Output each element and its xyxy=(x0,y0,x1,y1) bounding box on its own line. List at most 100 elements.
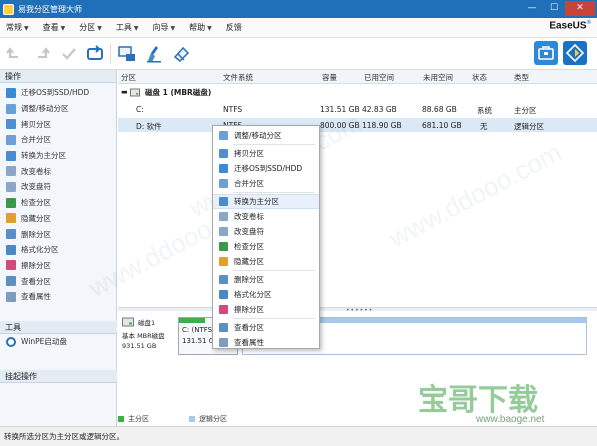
operation-label: 查看分区 xyxy=(21,276,51,286)
operation-item[interactable]: 检查分区 xyxy=(0,195,116,211)
migrate-os-toolbar-icon[interactable] xyxy=(118,45,136,63)
menu-partition[interactable]: 分区 ▼ xyxy=(79,22,102,33)
disk-label: 磁盘 1 (MBR磁盘) xyxy=(145,88,212,97)
disk-icon xyxy=(122,317,134,327)
apply-icon[interactable] xyxy=(60,45,78,63)
operation-item[interactable]: 调整/移动分区 xyxy=(0,101,116,117)
operation-item[interactable]: 转换为主分区 xyxy=(0,148,116,164)
context-menu-label: 检查分区 xyxy=(234,242,264,251)
context-menu-item[interactable]: 擦除分区 xyxy=(213,302,319,317)
change-label-icon xyxy=(219,212,228,221)
disk-row[interactable]: ▬ 磁盘 1 (MBR磁盘) xyxy=(118,86,597,99)
context-menu-item[interactable]: 改变卷标 xyxy=(213,209,319,224)
view-partition-icon xyxy=(219,323,228,332)
minimize-button[interactable]: — xyxy=(521,1,543,16)
context-menu-item[interactable]: 查看分区 xyxy=(213,320,319,335)
maximize-button[interactable]: ☐ xyxy=(543,1,565,16)
context-menu-item[interactable]: 转换为主分区 xyxy=(213,194,319,209)
operation-label: 拷贝分区 xyxy=(21,119,51,129)
context-menu-item[interactable]: 删除分区 xyxy=(213,272,319,287)
window-title: 易我分区管理大师 xyxy=(18,4,82,14)
left-panel: 操作 迁移OS到SSD/HDD 调整/移动分区拷贝分区合并分区 转换为主分区 改变卷标… xyxy=(0,70,117,426)
operation-item[interactable]: 格式化分区 xyxy=(0,242,116,258)
col-free[interactable]: 未用空间 xyxy=(423,72,453,83)
refresh-icon[interactable] xyxy=(86,45,104,63)
context-menu-item[interactable]: 拷贝分区 xyxy=(213,146,319,161)
menu-feedback[interactable]: 反馈 xyxy=(226,22,242,33)
tools-section: 工具 WinPE启动盘 xyxy=(0,321,117,350)
undo-icon[interactable] xyxy=(6,45,24,63)
cleanup-icon[interactable] xyxy=(146,45,164,63)
menu-separator xyxy=(233,270,315,271)
legend-logical-swatch xyxy=(189,415,195,422)
col-partition[interactable]: 分区 xyxy=(121,72,136,83)
format-partition-icon xyxy=(6,244,16,255)
merge-partition-icon xyxy=(219,179,228,188)
toolbox-icon[interactable] xyxy=(534,41,558,65)
menu-help[interactable]: 帮助 ▼ xyxy=(189,22,212,33)
operation-item[interactable]: 迁移OS到SSD/HDD xyxy=(0,85,116,101)
operation-item[interactable]: 查看属性 xyxy=(0,289,116,305)
operation-label: 擦除分区 xyxy=(21,260,51,270)
context-menu-label: 拷贝分区 xyxy=(234,149,264,158)
watermark-url: www.baoge.net xyxy=(476,414,545,425)
table-row[interactable]: C: NTFS 131.51 GB 42.83 GB 88.68 GB 系统 主… xyxy=(118,102,597,116)
row-type: 逻辑分区 xyxy=(514,122,544,131)
context-menu-item[interactable]: 隐藏分区 xyxy=(213,254,319,269)
menu-tools[interactable]: 工具 ▼ xyxy=(116,22,139,33)
context-menu-item[interactable]: 改变盘符 xyxy=(213,224,319,239)
context-menu-label: 改变卷标 xyxy=(234,212,264,221)
context-menu-label: 转换为主分区 xyxy=(234,197,279,206)
context-menu-item[interactable]: 调整/移动分区 xyxy=(213,128,319,143)
pending-section: 挂起操作 xyxy=(0,370,117,383)
operation-item[interactable]: 删除分区 xyxy=(0,226,116,242)
context-menu-item[interactable]: 迁移OS到SSD/HDD xyxy=(213,161,319,176)
operations-header: 操作 xyxy=(0,70,116,83)
menu-separator xyxy=(233,192,315,193)
context-menu-label: 隐藏分区 xyxy=(234,257,264,266)
menu-wizard[interactable]: 向导 ▼ xyxy=(153,22,176,33)
disk-card[interactable]: 磁盘1 基本 MBR磁盘 931.51 GB xyxy=(122,317,172,357)
convert-primary-icon xyxy=(219,197,228,206)
col-status[interactable]: 状态 xyxy=(472,72,487,83)
convert-primary-icon xyxy=(6,150,16,161)
wipe-toolbar-icon[interactable] xyxy=(172,45,190,63)
row-free: 88.68 GB xyxy=(422,105,457,114)
properties-icon xyxy=(219,338,228,347)
col-type[interactable]: 类型 xyxy=(514,72,529,83)
operation-label: 迁移OS到SSD/HDD xyxy=(21,88,90,98)
easeus-todo-icon[interactable] xyxy=(563,41,587,65)
col-capacity[interactable]: 容量 xyxy=(322,72,337,83)
title-bar: 易我分区管理大师 — ☐ ✕ xyxy=(0,0,597,18)
table-header: 分区 文件系统 容量 已用空间 未用空间 状态 类型 xyxy=(118,70,597,84)
context-menu-label: 查看属性 xyxy=(234,338,264,347)
migrate-os-icon xyxy=(219,164,228,173)
operation-item[interactable]: 改变卷标 xyxy=(0,163,116,179)
row-partition: D: 软件 xyxy=(136,122,162,131)
menu-general[interactable]: 常规 ▼ xyxy=(6,22,29,33)
status-bar: 转换所选分区为主分区或逻辑分区。 xyxy=(0,426,597,446)
operation-label: 检查分区 xyxy=(21,198,51,208)
context-menu-item[interactable]: 检查分区 xyxy=(213,239,319,254)
close-button[interactable]: ✕ xyxy=(565,1,595,16)
redo-icon[interactable] xyxy=(32,45,50,63)
table-row-selected[interactable]: D: 软件 NTFS 800.00 GB 118.90 GB 681.10 GB… xyxy=(118,118,597,132)
col-filesystem[interactable]: 文件系统 xyxy=(223,72,253,83)
context-menu-item[interactable]: 查看属性 xyxy=(213,335,319,350)
operation-label: 查看属性 xyxy=(21,292,51,302)
operation-label: 改变盘符 xyxy=(21,182,51,192)
operation-item[interactable]: 合并分区 xyxy=(0,132,116,148)
disk-icon xyxy=(130,88,140,97)
menu-view[interactable]: 查看 ▼ xyxy=(43,22,66,33)
operation-item[interactable]: 擦除分区 xyxy=(0,258,116,274)
context-menu-item[interactable]: 格式化分区 xyxy=(213,287,319,302)
collapse-icon[interactable]: ▬ xyxy=(121,88,128,96)
operation-item[interactable]: 隐藏分区 xyxy=(0,211,116,227)
operation-item[interactable]: 拷贝分区 xyxy=(0,116,116,132)
context-menu-item[interactable]: 合并分区 xyxy=(213,176,319,191)
col-used[interactable]: 已用空间 xyxy=(364,72,394,83)
operation-item[interactable]: 查看分区 xyxy=(0,273,116,289)
row-capacity: 131.51 GB xyxy=(320,105,360,114)
operation-item[interactable]: 改变盘符 xyxy=(0,179,116,195)
winpe-tool-item[interactable]: WinPE启动盘 xyxy=(0,334,117,350)
